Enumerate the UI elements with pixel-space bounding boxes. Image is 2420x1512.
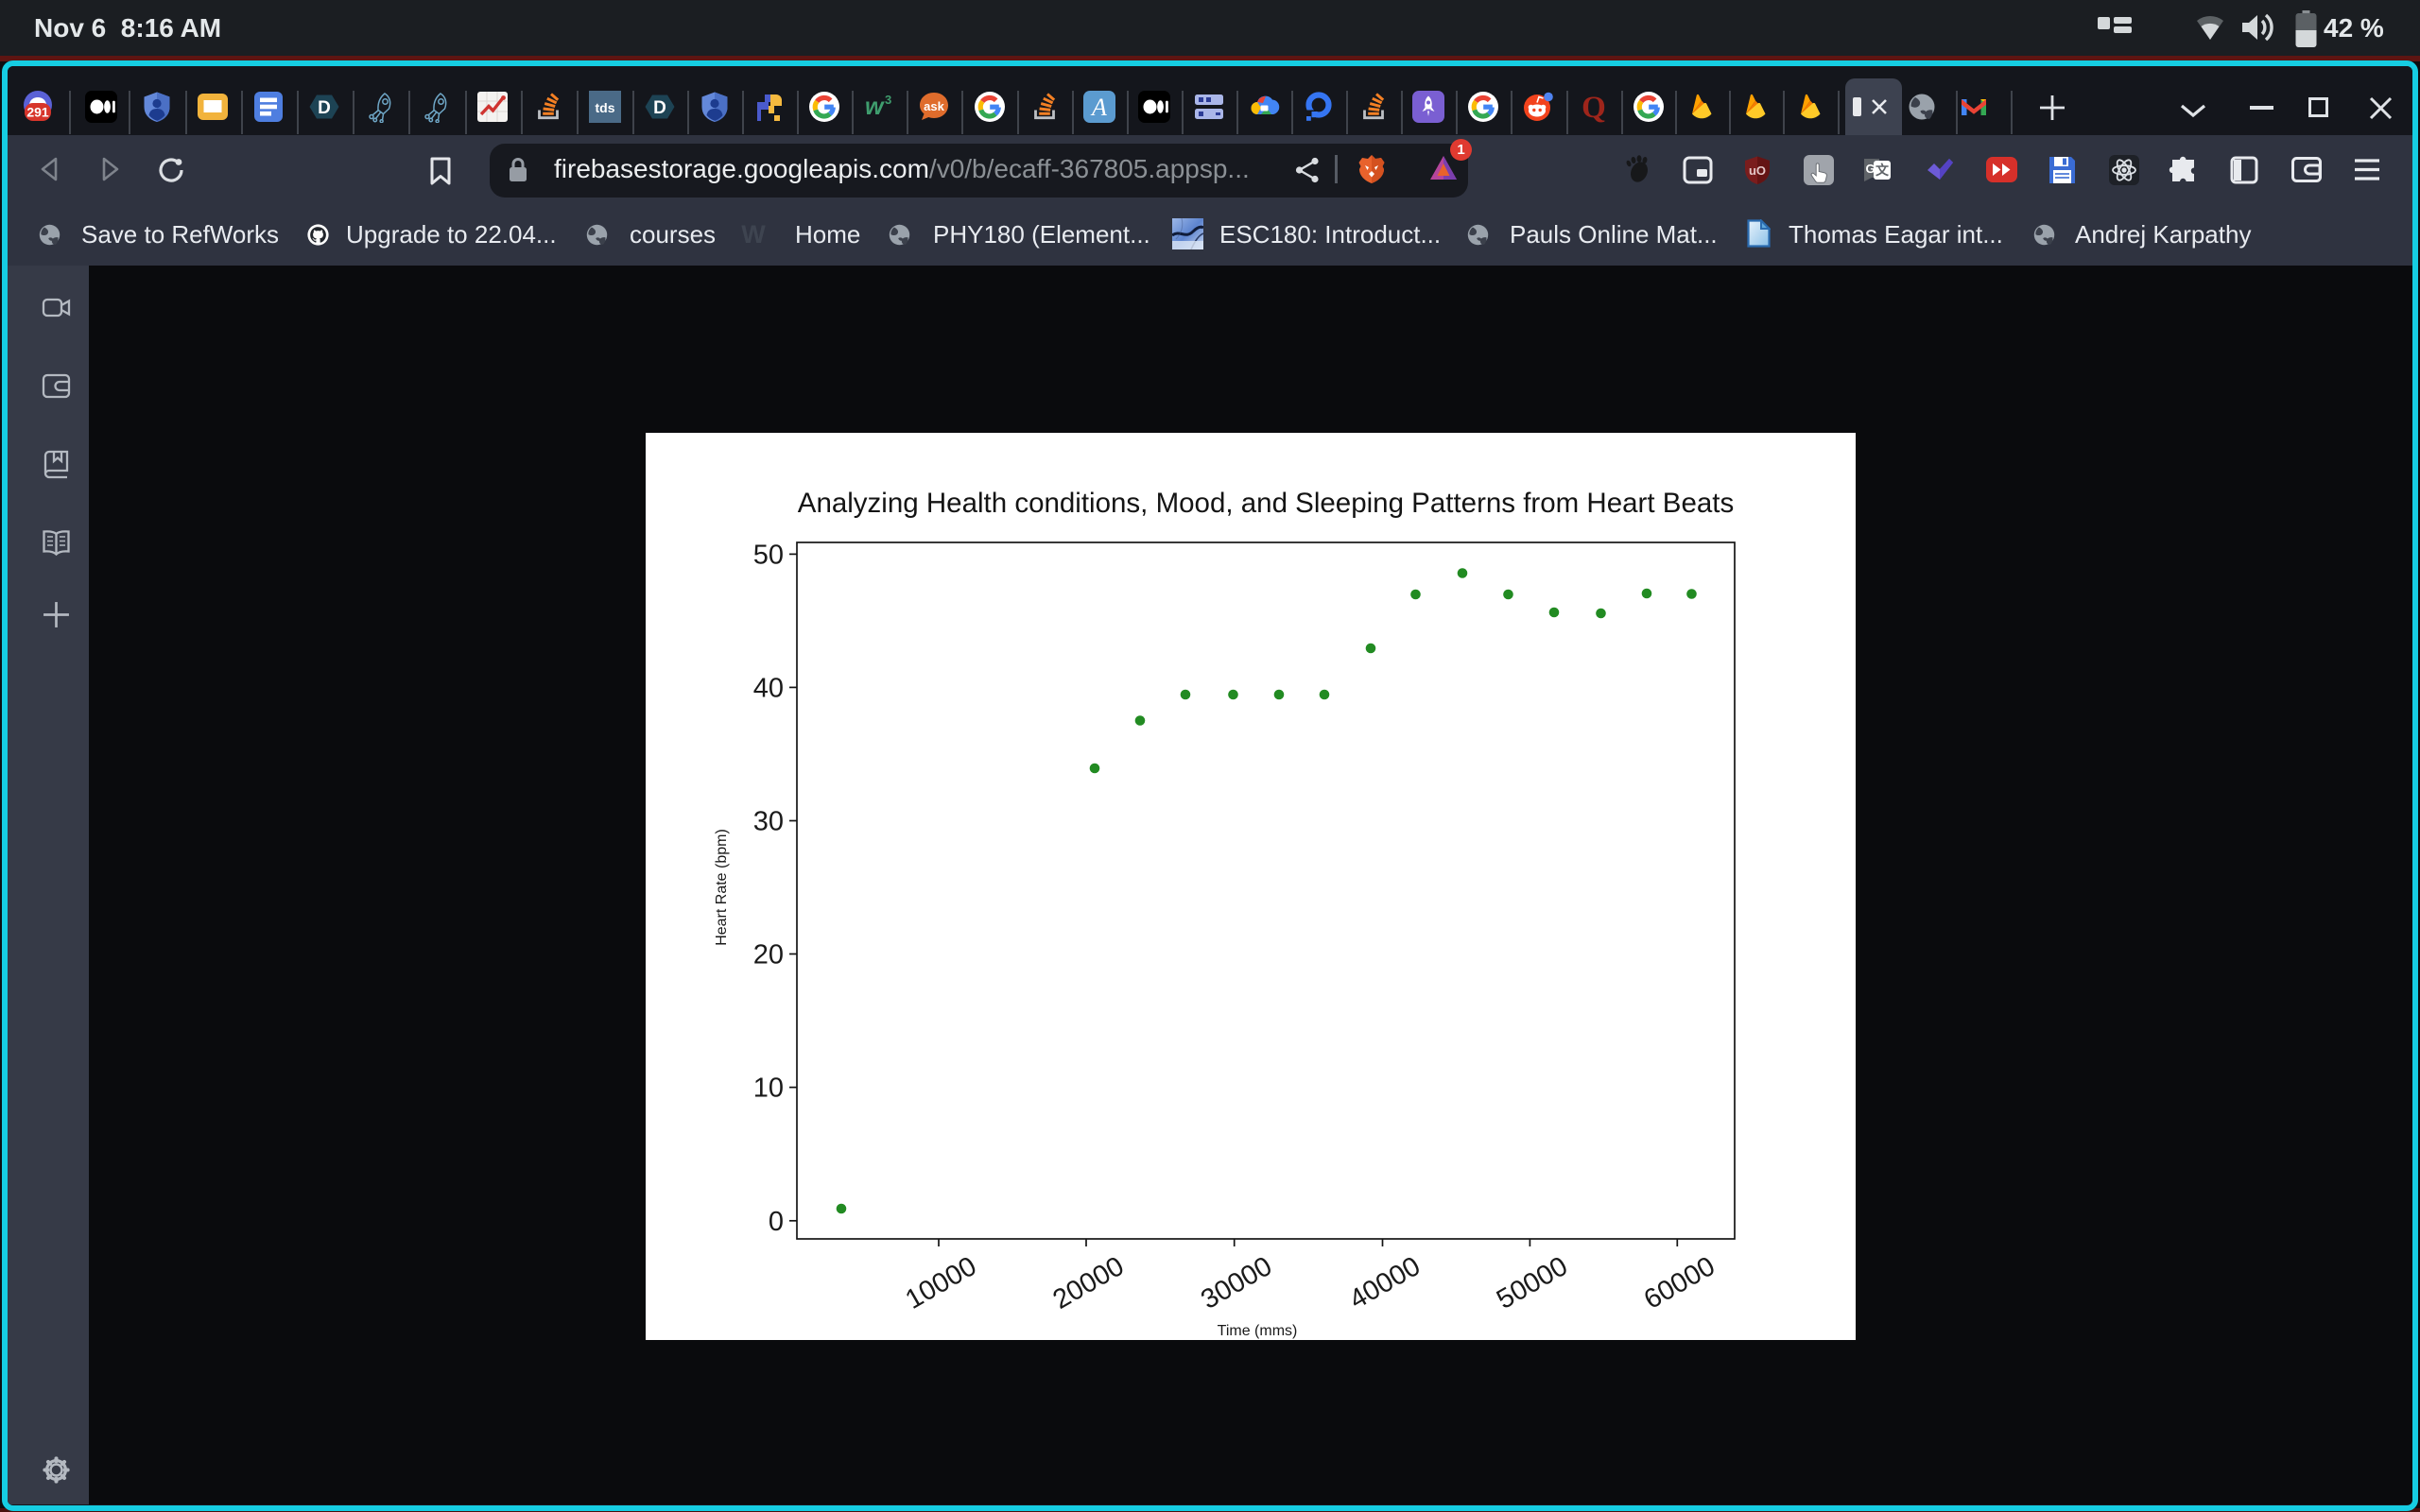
- svg-text:3: 3: [885, 93, 891, 107]
- svg-text:50: 50: [753, 541, 784, 571]
- svg-text:ask: ask: [924, 99, 944, 113]
- svg-text:Analyzing Health conditions, M: Analyzing Health conditions, Mood, and S…: [798, 488, 1734, 519]
- svg-text:30: 30: [753, 807, 784, 837]
- svg-text:文: 文: [1876, 163, 1890, 178]
- svg-text:10: 10: [753, 1074, 784, 1104]
- svg-text:A: A: [1090, 94, 1107, 121]
- svg-text:10000: 10000: [901, 1251, 982, 1315]
- svg-text:Time (mms): Time (mms): [1218, 1323, 1298, 1339]
- svg-text:20000: 20000: [1048, 1251, 1130, 1315]
- svg-text:40: 40: [753, 674, 784, 704]
- svg-text:0: 0: [769, 1207, 784, 1237]
- svg-text:291: 291: [26, 105, 49, 120]
- svg-text:tds: tds: [596, 100, 615, 115]
- svg-text:60000: 60000: [1639, 1251, 1720, 1315]
- svg-text:G: G: [1865, 162, 1875, 176]
- svg-text:uO: uO: [1749, 163, 1766, 178]
- svg-text:30000: 30000: [1196, 1251, 1277, 1315]
- svg-text:Q: Q: [1582, 91, 1606, 123]
- svg-text:40000: 40000: [1344, 1251, 1426, 1315]
- svg-text:20: 20: [753, 940, 784, 971]
- svg-text:50000: 50000: [1492, 1251, 1573, 1315]
- svg-text:Heart Rate (bpm): Heart Rate (bpm): [714, 829, 730, 946]
- svg-text:w: w: [865, 94, 885, 120]
